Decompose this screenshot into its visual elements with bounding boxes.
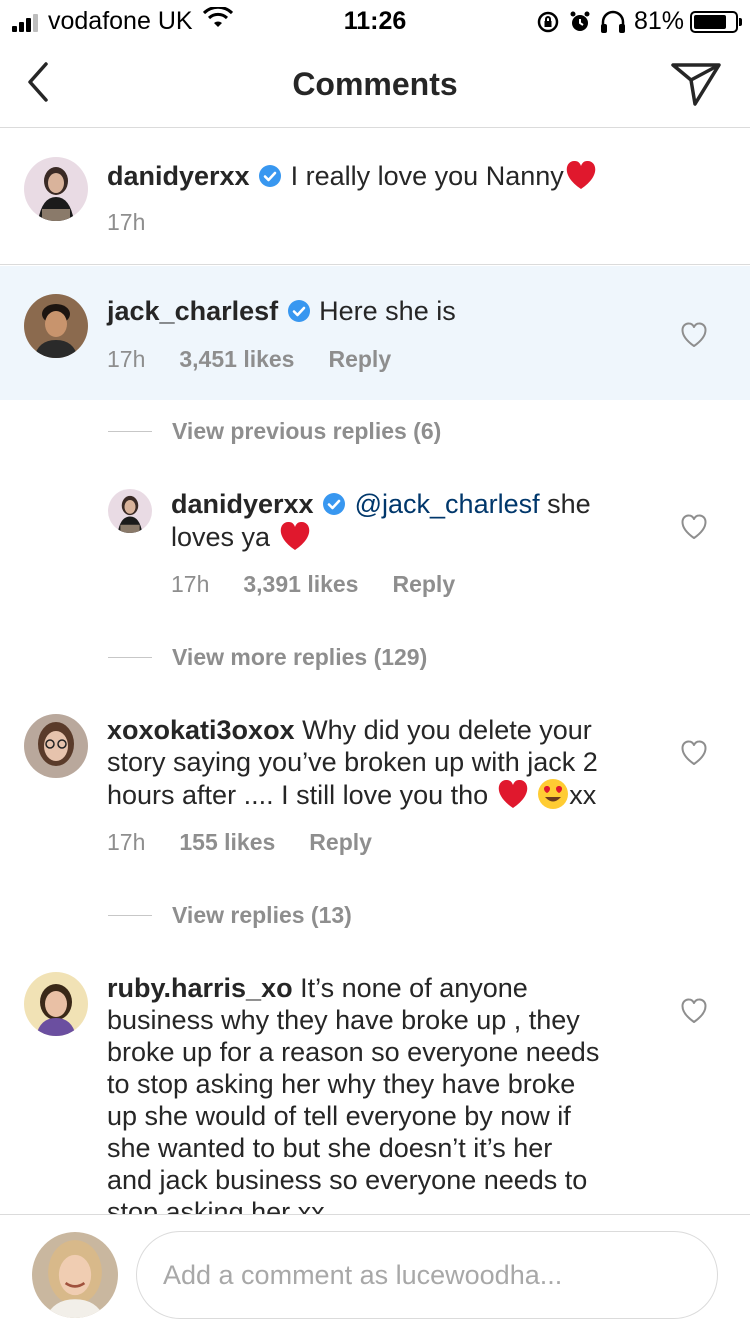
comment-text: up she would of tell everyone by now if bbox=[107, 1101, 571, 1131]
comment-timestamp: 17h bbox=[107, 346, 146, 372]
comment-username[interactable]: ruby.harris_xo bbox=[107, 973, 293, 1003]
comment-input[interactable] bbox=[136, 1231, 718, 1319]
comment-text: Why did you delete your bbox=[302, 715, 592, 745]
comments-list[interactable]: danidyerxx I really love you Nanny 17h j… bbox=[0, 129, 750, 1214]
like-heart-icon[interactable] bbox=[680, 514, 708, 540]
like-heart-icon[interactable] bbox=[680, 322, 708, 348]
heart-eyes-emoji bbox=[537, 778, 569, 810]
reply-item: danidyerxx @jack_charlesf she loves ya bbox=[171, 488, 671, 553]
comment-text: It’s none of anyone bbox=[300, 973, 528, 1003]
comment-text: to stop asking her why they have broke bbox=[107, 1069, 576, 1099]
reply-button[interactable]: Reply bbox=[328, 346, 391, 373]
avatar[interactable] bbox=[108, 489, 152, 533]
comment-text: stop asking her xx bbox=[107, 1197, 325, 1214]
comment-text: Here she is bbox=[319, 296, 456, 326]
avatar[interactable] bbox=[24, 714, 88, 778]
comment-username[interactable]: danidyerxx bbox=[107, 161, 250, 191]
red-heart-emoji bbox=[278, 520, 312, 552]
reply-button[interactable]: Reply bbox=[309, 829, 372, 856]
comment-text: loves ya bbox=[171, 522, 271, 552]
direct-send-icon[interactable] bbox=[670, 60, 722, 108]
comment-item-highlighted: jack_charlesf Here she is 17h 3,451 like… bbox=[0, 266, 750, 400]
avatar[interactable] bbox=[24, 294, 88, 358]
view-previous-replies-button[interactable]: View previous replies (6) bbox=[108, 418, 441, 445]
divider bbox=[108, 657, 152, 658]
rotation-lock-icon bbox=[536, 10, 560, 34]
alarm-icon bbox=[568, 10, 592, 34]
comment-item: xoxokati3oxox Why did you delete your st… bbox=[107, 714, 667, 811]
divider bbox=[108, 431, 152, 432]
red-heart-emoji bbox=[496, 778, 530, 810]
comment-text: and jack business so everyone needs to bbox=[107, 1165, 588, 1195]
divider bbox=[108, 915, 152, 916]
view-replies-button[interactable]: View replies (13) bbox=[108, 902, 352, 929]
battery-percent: 81% bbox=[633, 7, 684, 35]
post-caption: danidyerxx I really love you Nanny 17h bbox=[0, 129, 750, 265]
comment-text: broke up for a reason so everyone needs bbox=[107, 1037, 600, 1067]
verified-badge-icon bbox=[259, 162, 282, 187]
mention-link[interactable]: @jack_charlesf bbox=[355, 489, 540, 519]
battery-icon bbox=[690, 10, 742, 33]
comment-text: she bbox=[547, 489, 591, 519]
signal-icon bbox=[12, 12, 40, 32]
avatar[interactable] bbox=[24, 972, 88, 1036]
like-count[interactable]: 155 likes bbox=[179, 829, 275, 856]
status-bar: vodafone UK 11:26 81% bbox=[0, 0, 750, 40]
verified-badge-icon bbox=[323, 490, 346, 515]
wifi-icon bbox=[202, 5, 233, 36]
comment-text: hours after .... I still love you tho bbox=[107, 780, 489, 810]
like-heart-icon[interactable] bbox=[680, 998, 708, 1024]
headphones-icon bbox=[600, 10, 626, 34]
comment-text: business why they have broke up , they bbox=[107, 1005, 580, 1035]
carrier-label: vodafone UK bbox=[48, 7, 193, 35]
reply-button[interactable]: Reply bbox=[392, 571, 455, 598]
comment-text: xx bbox=[569, 780, 597, 810]
comment-item: ruby.harris_xo It’s none of anyone busin… bbox=[107, 972, 667, 1214]
comment-text: she wanted to but she doesn’t it’s her bbox=[107, 1133, 553, 1163]
like-count[interactable]: 3,451 likes bbox=[179, 346, 294, 373]
nav-bar: Comments bbox=[0, 40, 750, 128]
verified-badge-icon bbox=[287, 297, 310, 322]
comment-username[interactable]: xoxokati3oxox bbox=[107, 715, 295, 745]
comment-text: I really love you Nanny bbox=[290, 161, 564, 191]
comment-username[interactable]: jack_charlesf bbox=[107, 296, 278, 326]
current-user-avatar[interactable] bbox=[32, 1232, 118, 1318]
like-heart-icon[interactable] bbox=[680, 740, 708, 766]
comment-username[interactable]: danidyerxx bbox=[171, 489, 314, 519]
red-heart-emoji bbox=[564, 159, 598, 191]
comment-text: story saying you’ve broken up with jack … bbox=[107, 747, 598, 777]
like-count[interactable]: 3,391 likes bbox=[243, 571, 358, 598]
comment-composer bbox=[0, 1214, 750, 1334]
avatar[interactable] bbox=[24, 157, 88, 221]
back-arrow-icon[interactable] bbox=[22, 60, 62, 104]
comment-timestamp: 17h bbox=[107, 829, 146, 855]
comment-timestamp: 17h bbox=[171, 571, 210, 597]
view-more-replies-button[interactable]: View more replies (129) bbox=[108, 644, 427, 671]
comment-timestamp: 17h bbox=[107, 209, 146, 235]
page-title: Comments bbox=[292, 66, 458, 102]
